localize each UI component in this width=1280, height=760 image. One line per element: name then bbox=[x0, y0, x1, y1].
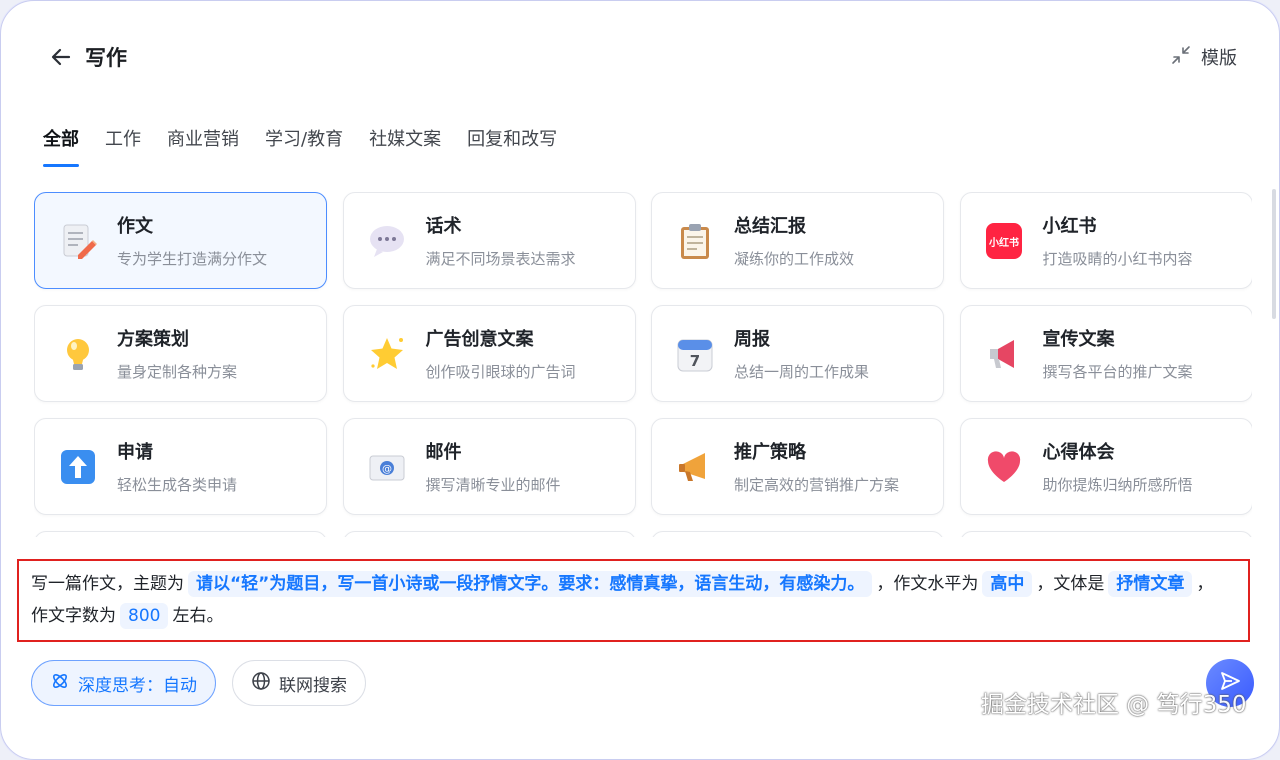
megaphone-icon bbox=[983, 333, 1025, 375]
card-title: 小红书 bbox=[1042, 216, 1097, 237]
category-tabs: 全部 工作 商业营销 学习/教育 社媒文案 回复和改写 bbox=[43, 125, 557, 167]
email-icon: @ bbox=[366, 446, 408, 488]
essay-pencil-icon bbox=[57, 220, 99, 262]
prompt-text: ，作文水平为 bbox=[876, 574, 979, 594]
card-application[interactable]: 申请 轻松生成各类申请 bbox=[34, 418, 327, 515]
card-script[interactable]: 话术 满足不同场景表达需求 bbox=[342, 192, 636, 289]
calendar-icon: 7 bbox=[674, 333, 716, 375]
topic-slot[interactable]: 请以“轻”为题目，写一首小诗或一段抒情文字。要求：感情真挚，语言生动，有感染力。 bbox=[188, 571, 873, 597]
template-label: 模版 bbox=[1201, 48, 1237, 69]
collapse-icon bbox=[1171, 45, 1191, 70]
card-partial bbox=[34, 531, 327, 537]
card-reflection[interactable]: 心得体会 助你提炼归纳所感所悟 bbox=[959, 418, 1252, 515]
globe-icon bbox=[251, 671, 271, 696]
deep-think-toggle[interactable]: 深度思考：自动 bbox=[31, 660, 216, 706]
svg-text:7: 7 bbox=[690, 352, 700, 370]
prompt-text: ，文体是 bbox=[1036, 574, 1105, 594]
card-title: 心得体会 bbox=[1042, 442, 1115, 463]
svg-text:@: @ bbox=[382, 464, 392, 475]
card-title: 宣传文案 bbox=[1042, 329, 1115, 350]
page-title: 写作 bbox=[85, 46, 127, 70]
watermark: 掘金技术社区 @ 笃行350 bbox=[981, 692, 1247, 718]
lightbulb-icon bbox=[57, 333, 99, 375]
grid-scrollbar[interactable] bbox=[1272, 189, 1276, 319]
prompt-input[interactable]: 写一篇作文，主题为 请以“轻”为题目，写一首小诗或一段抒情文字。要求：感情真挚，语… bbox=[17, 559, 1250, 642]
card-desc: 量身定制各种方案 bbox=[117, 363, 238, 381]
card-desc: 专为学生打造满分作文 bbox=[117, 250, 268, 268]
level-slot[interactable]: 高中 bbox=[982, 571, 1033, 597]
tab-all[interactable]: 全部 bbox=[43, 125, 79, 167]
tab-social-media[interactable]: 社媒文案 bbox=[369, 125, 441, 167]
card-title: 推广策略 bbox=[734, 442, 806, 463]
card-partial bbox=[651, 531, 944, 537]
card-title: 总结汇报 bbox=[734, 216, 806, 237]
card-ad-copy[interactable]: 广告创意文案 创作吸引眼球的广告词 bbox=[342, 305, 636, 402]
web-search-label: 联网搜索 bbox=[279, 675, 347, 696]
card-title: 周报 bbox=[734, 329, 770, 350]
card-title: 广告创意文案 bbox=[425, 329, 534, 350]
prompt-text: 左右。 bbox=[172, 606, 224, 626]
up-arrow-icon bbox=[57, 446, 99, 488]
prompt-text: ， bbox=[1196, 574, 1214, 594]
style-slot[interactable]: 抒情文章 bbox=[1108, 571, 1193, 597]
template-grid: 作文 专为学生打造满分作文 话术 满足不同场景表达需求 总结汇报 凝练你的工作成… bbox=[34, 192, 1252, 537]
card-title: 作文 bbox=[117, 216, 153, 237]
template-button[interactable]: 模版 bbox=[1171, 44, 1237, 70]
xiaohongshu-logo-icon: 小红书 bbox=[983, 220, 1025, 262]
card-desc: 打造吸睛的小红书内容 bbox=[1042, 250, 1193, 268]
heart-icon bbox=[983, 446, 1025, 488]
card-weekly-report[interactable]: 7 周报 总结一周的工作成果 bbox=[651, 305, 944, 402]
card-desc: 轻松生成各类申请 bbox=[117, 476, 238, 494]
card-essay[interactable]: 作文 专为学生打造满分作文 bbox=[34, 192, 327, 289]
card-partial bbox=[959, 531, 1252, 537]
card-title: 方案策划 bbox=[117, 329, 189, 350]
card-desc: 满足不同场景表达需求 bbox=[425, 250, 576, 268]
tab-marketing[interactable]: 商业营销 bbox=[167, 125, 239, 167]
word-count-slot[interactable]: 800 bbox=[120, 603, 169, 629]
card-email[interactable]: @ 邮件 撰写清晰专业的邮件 bbox=[342, 418, 636, 515]
card-promo-strategy[interactable]: 推广策略 制定高效的营销推广方案 bbox=[651, 418, 944, 515]
web-search-toggle[interactable]: 联网搜索 bbox=[232, 660, 366, 706]
card-title: 话术 bbox=[425, 216, 462, 237]
card-desc: 总结一周的工作成果 bbox=[734, 363, 870, 381]
card-desc: 创作吸引眼球的广告词 bbox=[425, 363, 576, 381]
prompt-text: 写一篇作文，主题为 bbox=[31, 574, 184, 594]
card-title: 邮件 bbox=[425, 442, 462, 463]
back-arrow-icon[interactable] bbox=[47, 43, 75, 71]
input-toolbar: 深度思考：自动 联网搜索 bbox=[31, 660, 366, 706]
deep-think-label: 深度思考：自动 bbox=[78, 675, 197, 696]
star-sparkle-icon bbox=[366, 333, 408, 375]
card-plan[interactable]: 方案策划 量身定制各种方案 bbox=[34, 305, 327, 402]
prompt-text: 作文字数为 bbox=[31, 606, 116, 626]
speech-bubble-icon bbox=[366, 220, 408, 262]
card-summary-report[interactable]: 总结汇报 凝练你的工作成效 bbox=[651, 192, 944, 289]
card-desc: 撰写清晰专业的邮件 bbox=[425, 476, 561, 494]
card-desc: 撰写各平台的推广文案 bbox=[1042, 363, 1193, 381]
header: 写作 模版 bbox=[47, 41, 1237, 73]
svg-text:小红书: 小红书 bbox=[988, 236, 1019, 249]
tab-reply-rewrite[interactable]: 回复和改写 bbox=[467, 125, 557, 167]
card-title: 申请 bbox=[117, 442, 153, 463]
tab-work[interactable]: 工作 bbox=[105, 125, 141, 167]
loudspeaker-icon bbox=[674, 446, 716, 488]
card-promo-copy[interactable]: 宣传文案 撰写各平台的推广文案 bbox=[959, 305, 1252, 402]
writing-panel: 写作 模版 全部 工作 商业营销 学习/教育 社媒文案 回复和改写 作文 专为学… bbox=[0, 0, 1280, 760]
card-desc: 助你提炼归纳所感所悟 bbox=[1042, 476, 1193, 494]
card-xiaohongshu[interactable]: 小红书 小红书 打造吸睛的小红书内容 bbox=[959, 192, 1252, 289]
clipboard-icon bbox=[674, 220, 716, 262]
card-desc: 制定高效的营销推广方案 bbox=[734, 476, 900, 494]
tab-education[interactable]: 学习/教育 bbox=[265, 125, 343, 167]
card-partial bbox=[342, 531, 636, 537]
card-desc: 凝练你的工作成效 bbox=[734, 250, 855, 268]
deep-think-icon bbox=[50, 671, 70, 696]
